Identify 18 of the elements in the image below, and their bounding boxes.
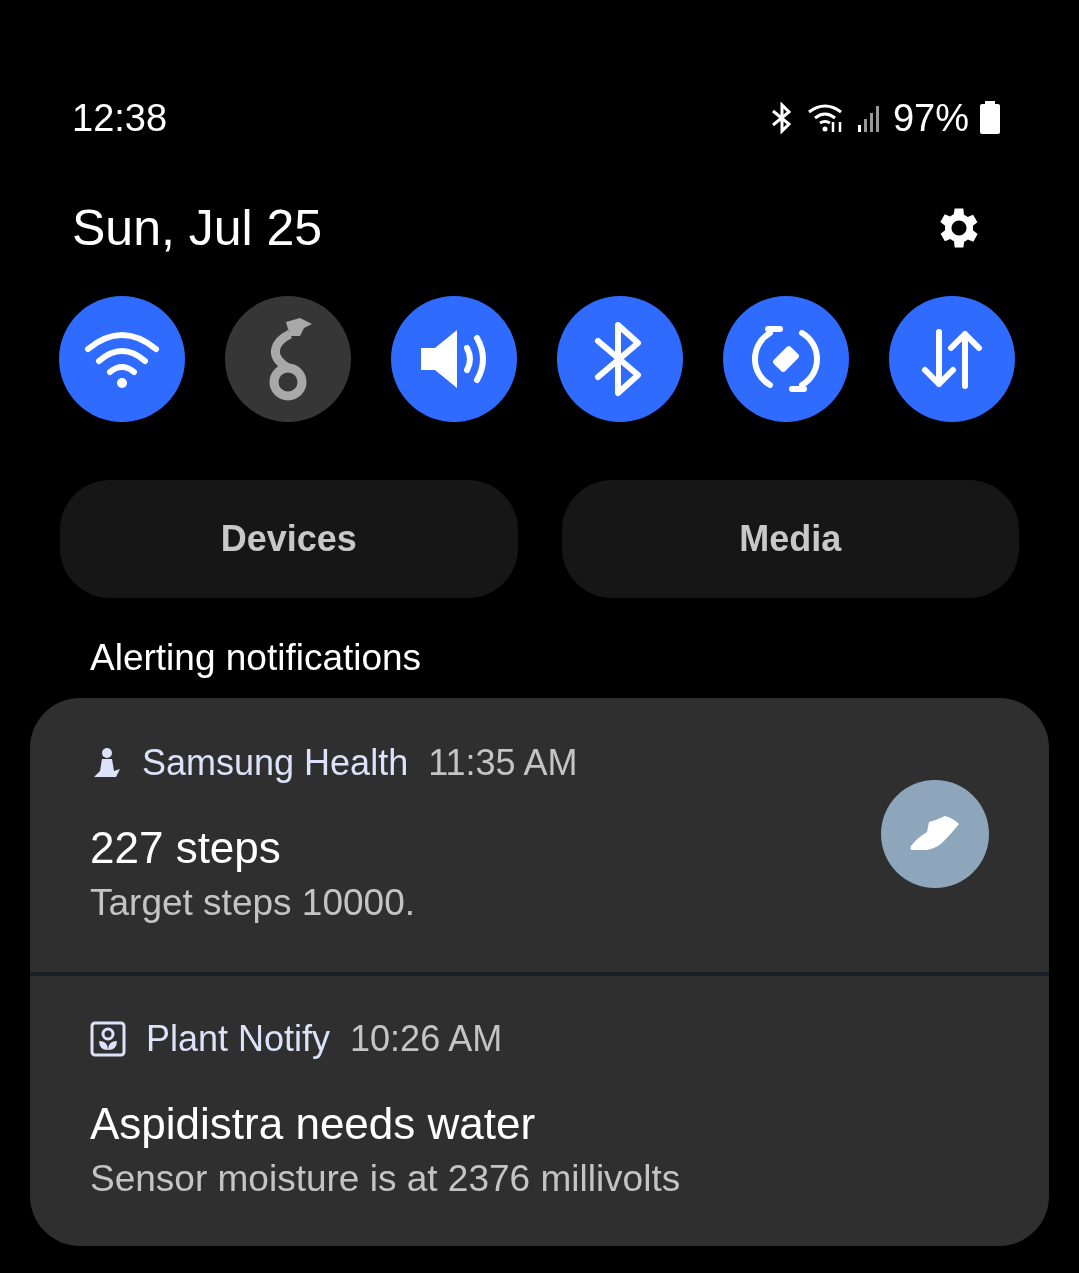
wifi-icon — [83, 329, 161, 389]
notification-title: 227 steps — [90, 822, 282, 874]
notification-title: Aspidistra needs water — [90, 1098, 537, 1150]
date-label: Sun, Jul 25 — [72, 200, 323, 256]
battery-percent: 97% — [892, 96, 969, 140]
flower-icon — [90, 1021, 126, 1057]
notification-time: 11:35 AM — [428, 742, 578, 784]
notification-body: Target steps 10000. — [90, 881, 416, 925]
status-time: 12:38 — [72, 96, 168, 140]
panel-button[interactable]: Media — [561, 480, 1019, 598]
app-name: Plant Notify — [146, 1018, 331, 1060]
section-title: Alerting notifications — [89, 636, 423, 680]
notification-time: 10:26 AM — [350, 1018, 503, 1060]
battery-icon — [979, 101, 1001, 135]
panel-button[interactable]: Devices — [60, 480, 518, 598]
up-down-arrows-icon — [919, 326, 985, 392]
app-name: Samsung Health — [142, 742, 409, 784]
notification-body: Sensor moisture is at 2376 millivolts — [90, 1157, 682, 1201]
